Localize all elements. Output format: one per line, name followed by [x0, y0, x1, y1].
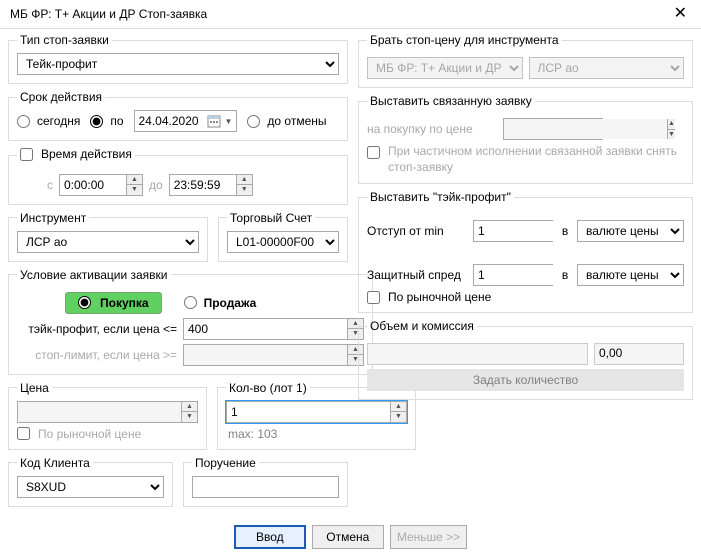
linked-order-legend: Выставить связанную заявку — [367, 94, 535, 108]
spin-up-icon: ▲ — [668, 119, 675, 130]
linked-buy-label: на покупку по цене — [367, 122, 497, 136]
tp-market-checkbox[interactable]: По рыночной цене — [367, 290, 491, 304]
spin-up-icon[interactable]: ▲ — [237, 175, 252, 186]
active-time-checkbox[interactable]: Время действия — [20, 147, 132, 161]
spin-down-icon: ▼ — [668, 130, 675, 140]
volume-legend: Объем и комиссия — [367, 319, 477, 333]
cancel-button[interactable]: Отмена — [312, 525, 384, 549]
price-group: Цена ▲▼ По рыночной цене — [8, 381, 207, 450]
time-from-label: с — [17, 178, 53, 192]
instrument-select[interactable]: ЛСР ао — [17, 231, 199, 253]
volume-group: Объем и комиссия 0,00 Задать количество — [358, 319, 693, 400]
price-spinner: ▲▼ — [17, 401, 198, 423]
less-button[interactable]: Меньше >> — [390, 525, 467, 549]
tp-spread-label: Защитный спред — [367, 268, 467, 282]
time-to-input[interactable] — [170, 175, 236, 195]
stop-source-group: Брать стоп-цену для инструмента МБ ФР: T… — [358, 33, 693, 88]
tp-spread-unit[interactable]: валюте цены — [577, 264, 684, 286]
expiry-gtc[interactable]: до отмены — [247, 114, 326, 128]
time-to-label: до — [149, 178, 163, 192]
fee-field: 0,00 — [594, 343, 684, 365]
close-icon[interactable]: ✕ — [670, 6, 691, 22]
partial-fill-checkbox[interactable]: При частичном исполнении связанной заявк… — [367, 144, 684, 175]
client-select[interactable]: S8XUD — [17, 476, 164, 498]
instrument-group: Инструмент ЛСР ао — [8, 211, 208, 262]
account-select[interactable]: L01-00000F00 — [227, 231, 339, 253]
comment-group: Поручение — [183, 456, 348, 507]
active-time-group: Время действия с ▲▼ до ▲▼ — [8, 147, 348, 205]
linked-price-input — [504, 119, 667, 139]
spin-down-icon[interactable]: ▼ — [237, 185, 252, 195]
sl-price-input — [184, 345, 347, 365]
stop-source-legend: Брать стоп-цену для инструмента — [367, 33, 562, 47]
take-profit-group: Выставить "тэйк-профит" Отступ от min ▲▼… — [358, 190, 693, 313]
tp-cond-label: тэйк-профит, если цена <= — [17, 322, 177, 336]
stop-type-group: Тип стоп-заявки Тейк-профит — [8, 33, 348, 84]
expiry-legend: Срок действия — [17, 90, 105, 104]
spin-down-icon[interactable]: ▼ — [127, 185, 142, 195]
stop-source-market: МБ ФР: T+ Акции и ДР — [367, 57, 523, 79]
buy-toggle[interactable]: Покупка — [65, 292, 162, 314]
activation-group: Условие активации заявки Покупка Продажа… — [8, 268, 373, 375]
tp-offset-spinner[interactable]: ▲▼ — [473, 220, 553, 242]
client-group: Код Клиента S8XUD — [8, 456, 173, 507]
spin-up-icon[interactable]: ▲ — [127, 175, 142, 186]
sl-cond-label: стоп-лимит, если цена >= — [17, 348, 177, 362]
take-profit-legend: Выставить "тэйк-профит" — [367, 190, 514, 204]
spin-up-icon: ▲ — [182, 402, 197, 413]
chevron-down-icon[interactable]: ▼ — [225, 117, 233, 126]
volume-field — [367, 343, 588, 365]
instrument-legend: Инструмент — [17, 211, 89, 225]
window-title: МБ ФР: T+ Акции и ДР Стоп-заявка — [10, 7, 207, 21]
set-qty-button[interactable]: Задать количество — [367, 369, 684, 391]
account-legend: Торговый Счет — [227, 211, 315, 225]
expiry-today[interactable]: сегодня — [17, 114, 80, 128]
expiry-date-field[interactable]: ▼ — [134, 110, 238, 132]
time-to-spinner[interactable]: ▲▼ — [169, 174, 253, 196]
activation-legend: Условие активации заявки — [17, 268, 171, 282]
tp-price-spinner[interactable]: ▲▼ — [183, 318, 364, 340]
expiry-group: Срок действия сегодня по ▼ до отмены — [8, 90, 348, 141]
qty-legend: Кол-во (лот 1) — [226, 381, 310, 395]
tp-offset-unit[interactable]: валюте цены — [577, 220, 684, 242]
comment-input[interactable] — [192, 476, 339, 498]
client-legend: Код Клиента — [17, 456, 93, 470]
spin-down-icon: ▼ — [182, 412, 197, 422]
account-group: Торговый Счет L01-00000F00 — [218, 211, 348, 262]
time-from-input[interactable] — [60, 175, 126, 195]
comment-legend: Поручение — [192, 456, 259, 470]
submit-button[interactable]: Ввод — [234, 525, 306, 549]
tp-offset-label: Отступ от min — [367, 224, 467, 238]
stop-type-select[interactable]: Тейк-профит — [17, 53, 339, 75]
stop-source-instrument: ЛСР ао — [529, 57, 685, 79]
tp-in-label2: в — [559, 268, 571, 282]
calendar-icon[interactable] — [207, 114, 221, 128]
price-legend: Цена — [17, 381, 52, 395]
linked-price-spinner: ▲▼ — [503, 118, 603, 140]
expiry-date-input[interactable] — [139, 112, 207, 130]
time-from-spinner[interactable]: ▲▼ — [59, 174, 143, 196]
price-input — [18, 402, 181, 422]
sl-price-spinner: ▲▼ — [183, 344, 364, 366]
tp-price-input[interactable] — [184, 319, 347, 339]
expiry-until[interactable]: по — [90, 114, 123, 128]
sell-toggle[interactable]: Продажа — [184, 296, 257, 310]
tp-in-label: в — [559, 224, 571, 238]
linked-order-group: Выставить связанную заявку на покупку по… — [358, 94, 693, 184]
tp-spread-spinner[interactable]: ▲▼ — [473, 264, 553, 286]
market-price-checkbox[interactable]: По рыночной цене — [17, 427, 141, 441]
stop-type-legend: Тип стоп-заявки — [17, 33, 112, 47]
